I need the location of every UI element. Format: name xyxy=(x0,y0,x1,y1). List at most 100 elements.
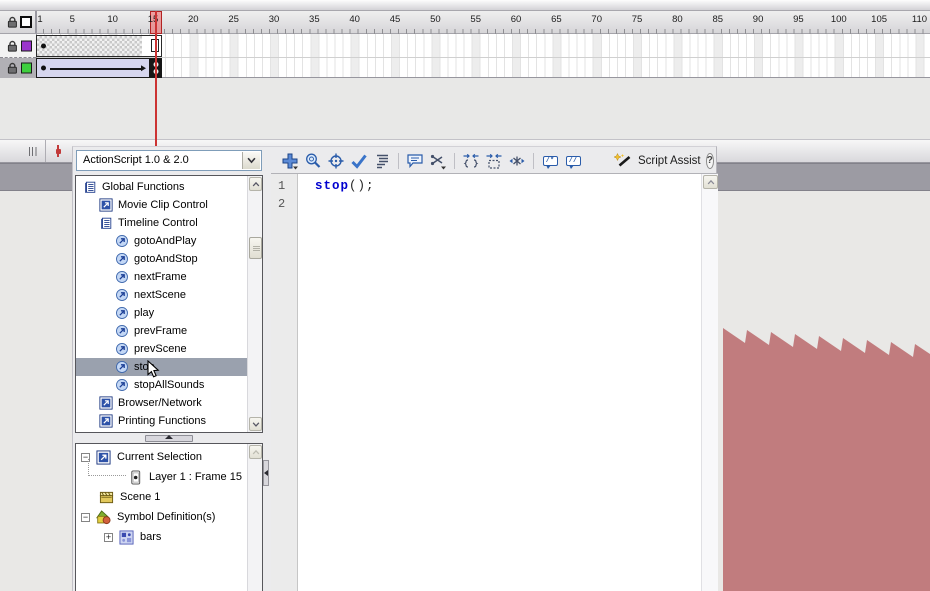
layer-row-purple[interactable] xyxy=(0,34,36,58)
script-editor-pane[interactable]: 1 2 stop(); xyxy=(271,173,718,591)
frame-icon xyxy=(128,470,143,485)
expand-all-icon[interactable] xyxy=(508,152,526,170)
script-assist-button[interactable]: Script Assist xyxy=(613,152,701,170)
flash-ide-window: 1510152025303540455055606570758085909510… xyxy=(0,0,930,591)
scroll-down-button[interactable] xyxy=(249,417,262,431)
toolbox-item-label: Movie Clip Control xyxy=(118,199,208,211)
toolbox-item-label: Printing Functions xyxy=(118,415,206,427)
actions-panel: ActionScript 1.0 & 2.0 xyxy=(72,146,717,591)
layer2-tween-span[interactable] xyxy=(36,58,162,78)
line-number: 2 xyxy=(271,195,297,213)
script-assist-label: Script Assist xyxy=(638,155,701,167)
navigator-item-layer1-frame15[interactable]: Layer 1 : Frame 15 xyxy=(76,467,262,487)
dropdown-button[interactable] xyxy=(242,152,260,169)
function-icon xyxy=(115,288,129,302)
layer-color-swatch[interactable] xyxy=(21,63,32,74)
line-number: 1 xyxy=(271,177,297,195)
toolbox-item-label: Browser/Network xyxy=(118,397,202,409)
layer1-frame-span[interactable] xyxy=(36,35,162,57)
motion-tween-arrowhead xyxy=(141,65,146,71)
collapse-selection-icon[interactable] xyxy=(485,152,503,170)
script-navigator: − Current Selection Layer 1 : Frame 15 S… xyxy=(75,443,263,591)
sawtooth-shape[interactable] xyxy=(723,328,930,591)
toolbox-item-label: nextScene xyxy=(134,289,186,301)
navigator-item-scene1[interactable]: Scene 1 xyxy=(76,487,262,507)
function-icon xyxy=(115,234,129,248)
actions-toolbox-tree: Global Functions Movie Clip Control Time… xyxy=(75,175,263,433)
toolbox-item-stop[interactable]: stop xyxy=(76,358,247,376)
navigator-item-label: Current Selection xyxy=(117,451,202,463)
toolbox-item-browser-network[interactable]: Browser/Network xyxy=(76,394,247,412)
add-script-item-icon[interactable] xyxy=(281,152,299,170)
apply-line-comment-icon[interactable]: // xyxy=(564,152,582,170)
function-icon xyxy=(115,360,129,374)
code-line-2[interactable] xyxy=(315,195,701,213)
toolbox-item-nextscene[interactable]: nextScene xyxy=(76,286,247,304)
code-area[interactable]: stop(); xyxy=(299,174,701,591)
toolbox-item-play[interactable]: play xyxy=(76,304,247,322)
scroll-up-button[interactable] xyxy=(249,177,262,191)
toolbox-item-label: Timeline Control xyxy=(118,217,198,229)
movie-clip-icon xyxy=(119,530,134,545)
category-icon xyxy=(99,198,113,212)
version-select-value: ActionScript 1.0 & 2.0 xyxy=(83,151,189,170)
toolbox-scrollbar[interactable] xyxy=(247,176,262,432)
toolbox-item-label: prevScene xyxy=(134,343,187,355)
toolbox-item-prevscene[interactable]: prevScene xyxy=(76,340,247,358)
panes-splitter[interactable] xyxy=(75,434,263,443)
stage-artwork[interactable] xyxy=(718,300,930,591)
outline-column-icon[interactable] xyxy=(20,16,32,28)
toolbar-separator xyxy=(398,153,399,169)
frame-row-separator xyxy=(36,57,930,58)
center-frame-icon[interactable] xyxy=(29,147,38,156)
navigator-item-label: Scene 1 xyxy=(120,491,160,503)
navigator-item-label: bars xyxy=(140,531,161,543)
insert-target-path-icon[interactable] xyxy=(327,152,345,170)
toolbox-item-global-functions[interactable]: Global Functions xyxy=(76,178,247,196)
toolbox-item-timeline-control[interactable]: Timeline Control xyxy=(76,214,247,232)
actionscript-version-select[interactable]: ActionScript 1.0 & 2.0 xyxy=(76,150,262,171)
editor-scrollbar[interactable] xyxy=(701,174,718,591)
help-button[interactable]: ? xyxy=(706,153,714,169)
toolbox-item-gotoandstop[interactable]: gotoAndStop xyxy=(76,250,247,268)
scrollbar-thumb[interactable] xyxy=(249,237,262,259)
code-token: (); xyxy=(349,179,375,193)
auto-format-icon[interactable] xyxy=(373,152,391,170)
navigator-item-bars[interactable]: + bars xyxy=(76,527,262,547)
lock-icon[interactable] xyxy=(6,39,19,52)
keyframe-dot xyxy=(41,66,46,71)
timeline-frames-grid[interactable] xyxy=(36,34,930,78)
lock-icon[interactable] xyxy=(6,62,19,75)
motion-tween-line xyxy=(50,68,143,70)
panel-collapse-grip[interactable] xyxy=(263,460,269,486)
navigator-item-symbol-definitions[interactable]: − Symbol Definition(s) xyxy=(76,507,262,527)
expand-expander[interactable]: + xyxy=(104,533,113,542)
toolbox-item-nextframe[interactable]: nextFrame xyxy=(76,268,247,286)
function-icon xyxy=(115,378,129,392)
magic-wand-icon xyxy=(613,152,633,170)
code-line-1[interactable]: stop(); xyxy=(315,177,701,195)
apply-block-comment-icon[interactable]: /* xyxy=(541,152,559,170)
debug-options-icon[interactable] xyxy=(429,152,447,170)
playhead-line[interactable] xyxy=(155,11,157,147)
collapse-between-braces-icon[interactable] xyxy=(462,152,480,170)
toolbox-item-prevframe[interactable]: prevFrame xyxy=(76,322,247,340)
lock-column-icon[interactable] xyxy=(6,16,19,29)
actions-toolbar: /* // Script Assist ? xyxy=(273,148,717,173)
toolbox-item-printing-functions[interactable]: Printing Functions xyxy=(76,412,247,430)
hatched-frames xyxy=(37,36,142,56)
book-icon xyxy=(83,180,97,194)
layer-row-green[interactable] xyxy=(0,58,36,78)
navigator-scrollbar[interactable] xyxy=(247,444,262,591)
toolbar-separator xyxy=(533,153,534,169)
check-syntax-icon[interactable] xyxy=(350,152,368,170)
scroll-up-button[interactable] xyxy=(703,175,718,189)
toolbox-item-gotoandplay[interactable]: gotoAndPlay xyxy=(76,232,247,250)
toolbox-item-movie-clip-control[interactable]: Movie Clip Control xyxy=(76,196,247,214)
layer-color-swatch[interactable] xyxy=(21,40,32,51)
find-icon[interactable] xyxy=(304,152,322,170)
toolbox-item-stopallsounds[interactable]: stopAllSounds xyxy=(76,376,247,394)
scroll-up-button[interactable] xyxy=(249,445,262,459)
show-code-hint-icon[interactable] xyxy=(406,152,424,170)
collapse-expander[interactable]: − xyxy=(81,513,90,522)
